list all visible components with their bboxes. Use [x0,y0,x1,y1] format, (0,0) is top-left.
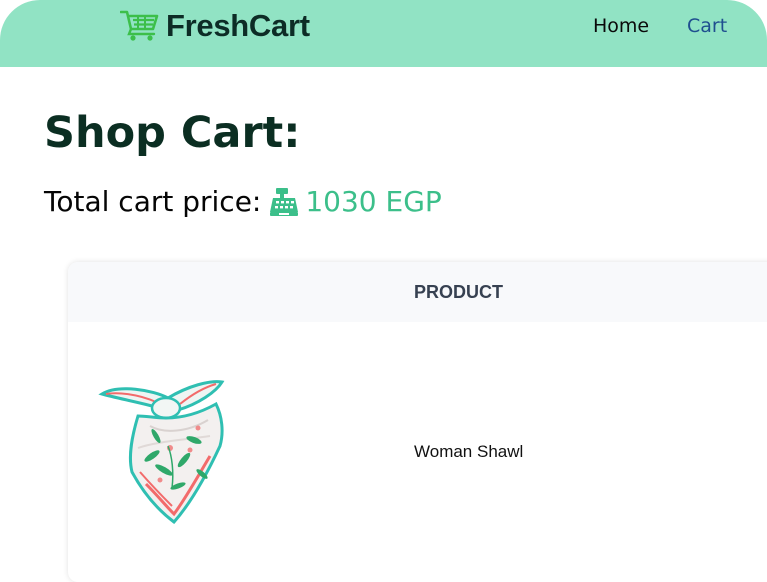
product-name: Woman Shawl [414,442,524,461]
page-title: Shop Cart: [44,108,301,158]
brand-name: FreshCart [166,8,310,43]
navbar: FreshCart Home Cart [0,0,767,67]
column-header-product: PRODUCT [414,282,503,302]
nav-cart-link[interactable]: Cart [687,15,727,37]
total-value: 1030 EGP [305,185,442,218]
cash-register-icon [269,187,299,217]
total-label: Total cart price: [44,185,262,218]
cart-table: PRODUCT Woman Shawl [68,262,767,582]
table-row: Woman Shawl [68,322,767,582]
product-image [98,376,228,530]
table-header: PRODUCT [68,262,767,322]
shopping-cart-icon [119,7,160,45]
brand-logo[interactable]: FreshCart [119,7,310,45]
total-cart-price: Total cart price: 1030 EGP [44,185,442,218]
nav-home-link[interactable]: Home [593,15,649,37]
